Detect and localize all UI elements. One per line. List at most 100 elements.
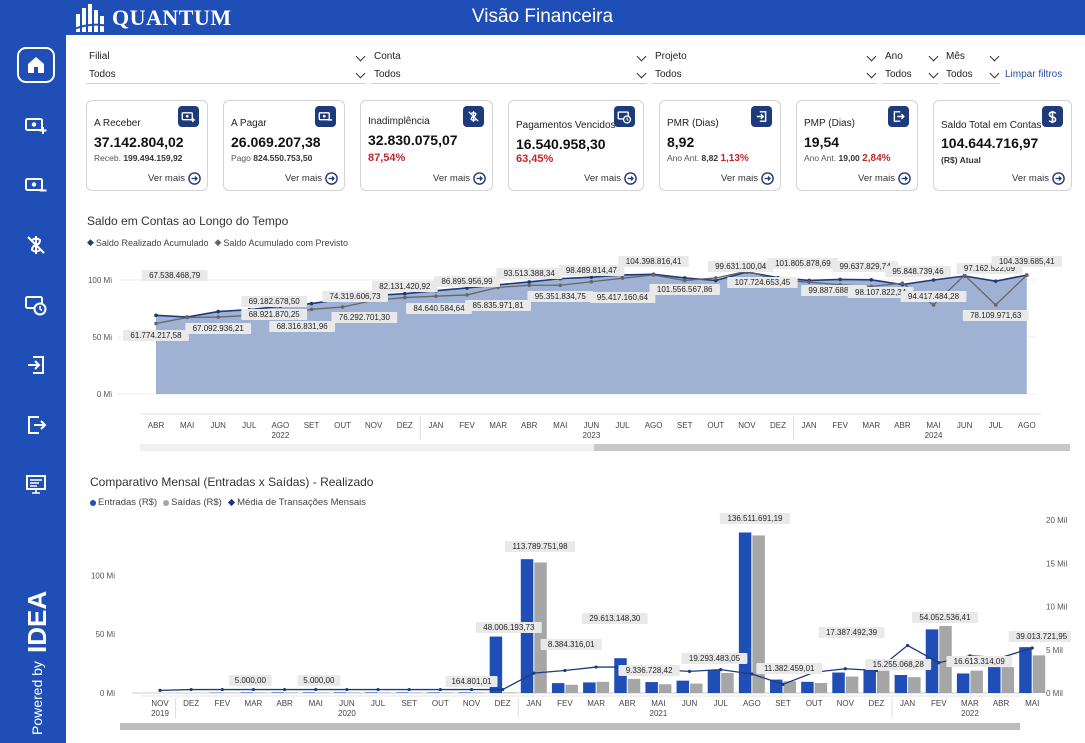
point-media — [345, 687, 349, 692]
point-media — [687, 669, 692, 673]
legend-item-saidas[interactable]: Saídas (R$) — [163, 497, 222, 508]
x-tick-label: NOV — [738, 421, 756, 430]
sidebar-item-default[interactable] — [17, 227, 55, 263]
clear-filters-link[interactable]: Limpar filtros — [1005, 69, 1062, 80]
bar-saidas — [1032, 655, 1046, 693]
login-icon — [28, 356, 44, 374]
card-a-receber: A Receber 37.142.804,02 Receb. 199.494.1… — [86, 100, 208, 191]
point-media — [750, 672, 754, 676]
point-media — [563, 668, 567, 673]
point-media — [283, 687, 287, 692]
sidebar-item-receivable[interactable] — [17, 107, 55, 143]
filter-projeto[interactable]: Projeto Todos — [652, 51, 877, 85]
card-title: PMP (Dias) — [804, 118, 855, 129]
x-tick-label: JUN — [210, 421, 226, 430]
card-icon-button[interactable] — [315, 106, 336, 127]
point-previsto — [1025, 273, 1029, 277]
card-percent: 2,84% — [862, 153, 891, 164]
x-tick-label: MAR — [862, 421, 880, 430]
sidebar-item-home[interactable] — [17, 47, 55, 83]
sidebar-item-logout[interactable] — [17, 407, 55, 443]
arrow-right-circle-icon — [898, 172, 911, 185]
bar-saidas — [1001, 667, 1015, 693]
card-icon-button[interactable] — [751, 106, 772, 127]
ver-mais-button[interactable]: Ver mais — [858, 172, 911, 185]
data-label: 5.000,00 — [303, 676, 335, 685]
data-label: 76.292.701,30 — [339, 313, 391, 322]
data-label: 9.336.728,42 — [626, 666, 673, 675]
legend-item-realizado[interactable]: ◆ Saldo Realizado Acumulado — [87, 237, 209, 248]
data-label: 93.513.388,34 — [504, 269, 556, 278]
data-label: 136.511.691,19 — [727, 514, 783, 523]
bar-saidas — [378, 692, 392, 693]
card-icon-button[interactable] — [463, 106, 484, 127]
brand-name: QUANTUM — [112, 5, 232, 30]
bar-saidas — [565, 684, 578, 693]
x-tick-label: JUN — [682, 699, 698, 708]
x-tick-label: FEV — [459, 421, 475, 430]
filter-mes[interactable]: Mês Todos — [943, 51, 1000, 85]
filter-ano[interactable]: Ano Todos — [882, 51, 939, 85]
year-label: 2022 — [961, 709, 979, 718]
card-icon-button[interactable] — [178, 106, 199, 127]
point-previsto — [807, 280, 811, 284]
point-previsto — [651, 273, 656, 277]
powered-by-text: Powered by — [29, 661, 45, 735]
ver-mais-button[interactable]: Ver mais — [433, 172, 486, 185]
bar-entradas — [427, 692, 440, 693]
y-tick-label: 100 Mi — [91, 571, 115, 580]
card-percent: 87,54% — [368, 152, 406, 164]
home-icon — [28, 57, 44, 73]
data-label: 107.724.653,45 — [735, 278, 791, 287]
bar-entradas — [738, 532, 752, 693]
data-label: 85.835.971,81 — [473, 301, 525, 310]
scrollbar-thumb — [594, 444, 1070, 451]
card-icon-button[interactable] — [614, 106, 635, 127]
y-tick-label: 100 Mi — [88, 276, 112, 285]
sidebar-item-monitor[interactable] — [17, 467, 55, 503]
data-label: 15.255.068,28 — [873, 660, 925, 669]
y2-tick-label: 5 Mil — [1046, 646, 1063, 655]
point-previsto — [340, 305, 345, 309]
data-label: 95.417.160,64 — [597, 293, 649, 302]
data-label: 104.339.685,41 — [999, 257, 1055, 266]
bar-saidas — [596, 681, 610, 693]
ver-mais-button[interactable]: Ver mais — [721, 172, 774, 185]
receive-money-icon — [181, 112, 196, 123]
ver-mais-button[interactable]: Ver mais — [285, 172, 338, 185]
card-pagamentos-vencidos: Pagamentos Vencidos 16.540.958,30 63,45%… — [508, 100, 644, 191]
sidebar-item-login[interactable] — [17, 347, 55, 383]
bar-saidas — [970, 670, 983, 693]
ver-mais-button[interactable]: Ver mais — [584, 172, 637, 185]
top-bar: QUANTUM Visão Financeira — [0, 0, 1085, 35]
point-media — [220, 687, 224, 692]
legend-item-previsto[interactable]: ◆ Saldo Acumulado com Previsto — [215, 237, 349, 248]
x-tick-label: JUL — [242, 421, 257, 430]
x-tick-label: MAI — [651, 699, 665, 708]
x-tick-label: DEZ — [183, 699, 199, 708]
bar-saidas — [627, 678, 641, 693]
legend-item-media[interactable]: ◆ Média de Transações Mensais — [228, 497, 366, 508]
bar-entradas — [801, 681, 814, 693]
data-label: 61.774.217,58 — [130, 331, 182, 340]
x-tick-label: MAI — [180, 421, 194, 430]
card-value: 26.069.207,38 — [231, 134, 321, 150]
x-tick-label: FEV — [557, 699, 573, 708]
legend-item-entradas[interactable]: Entradas (R$) — [90, 497, 157, 508]
card-icon-button[interactable] — [1042, 106, 1063, 127]
sidebar-item-overdue[interactable] — [17, 287, 55, 323]
x-tick-label: AGO — [743, 699, 761, 708]
card-icon-button[interactable] — [888, 106, 909, 127]
x-tick-label: NOV — [151, 699, 169, 708]
filter-ano-label: Ano — [885, 51, 903, 62]
sidebar-item-payable[interactable] — [17, 167, 55, 203]
filter-filial[interactable]: Filial Todos — [86, 51, 366, 85]
ver-mais-button[interactable]: Ver mais — [148, 172, 201, 185]
point-media — [469, 687, 474, 692]
ver-mais-button[interactable]: Ver mais — [1012, 172, 1065, 185]
x-tick-label: MAI — [1025, 699, 1039, 708]
bar-entradas — [583, 682, 596, 693]
card-sub-label: Ano Ant. — [804, 153, 837, 163]
year-label: 2024 — [925, 431, 943, 440]
filter-conta[interactable]: Conta Todos — [371, 51, 647, 85]
